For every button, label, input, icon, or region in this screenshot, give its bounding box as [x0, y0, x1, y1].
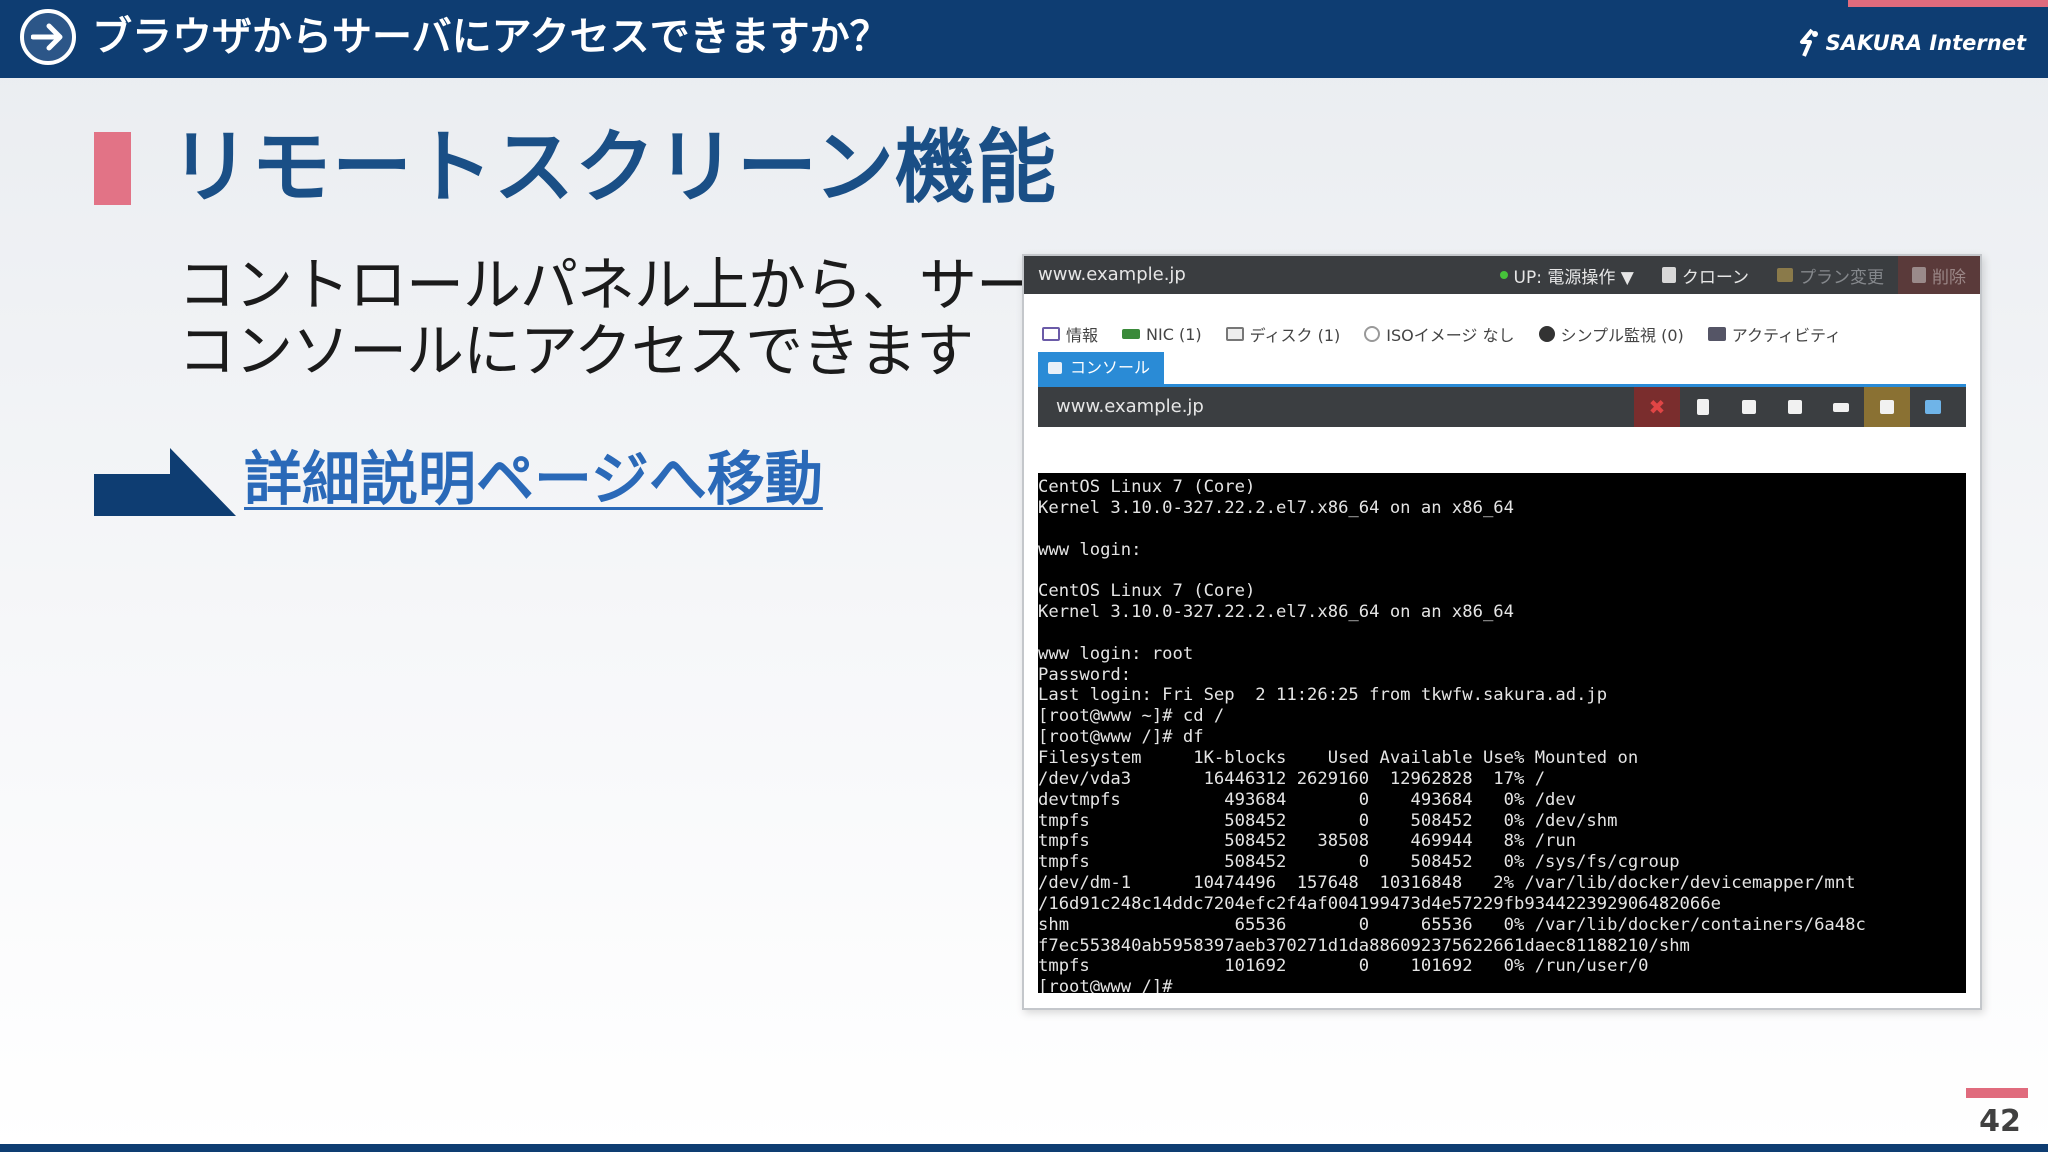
tab-console[interactable]: コンソール [1038, 352, 1164, 384]
plan-change-button[interactable]: プラン変更 [1763, 256, 1898, 294]
tab-nic[interactable]: NIC (1) [1122, 322, 1202, 346]
description-line: コンソールにアクセスできます [178, 317, 974, 385]
sakura-logo-icon [1799, 28, 1818, 57]
terminal-line: www login: [1038, 539, 1142, 560]
tab-label: ディスク (1) [1249, 326, 1341, 345]
clone-label: クローン [1681, 267, 1749, 288]
info-icon [1042, 327, 1060, 341]
terminal-line: /dev/vda3 16446312 2629160 12962828 17% … [1038, 768, 1546, 789]
terminal-line: tmpfs 101692 0 101692 0% /run/user/0 [1038, 956, 1649, 977]
tab-activity[interactable]: アクティビティ [1707, 322, 1842, 346]
tab-label: ISOイメージ なし [1386, 326, 1515, 345]
close-console-button[interactable]: ✖ [1634, 387, 1680, 427]
screenshot-button[interactable] [1864, 387, 1910, 427]
terminal-line: f7ec553840ab5958397aeb370271d1da88609237… [1038, 935, 1690, 956]
terminal-line: Last login: Fri Sep 2 11:26:25 from tkwf… [1038, 685, 1608, 706]
tab-label: NIC (1) [1146, 324, 1202, 344]
delete-button[interactable]: 削除 [1898, 256, 1980, 294]
terminal-line: /dev/dm-1 10474496 157648 10316848 2% /v… [1038, 873, 1856, 894]
power-menu-button[interactable]: UP: 電源操作 ▼ [1486, 256, 1648, 294]
sakura-logo: SAKURA Internet [1798, 26, 2026, 60]
trash-icon [1912, 267, 1926, 283]
iso-disc-icon [1364, 326, 1381, 342]
title-marker [94, 132, 131, 205]
tab-console-label: コンソール [1070, 358, 1151, 377]
server-host: www.example.jp [1038, 264, 1186, 285]
new-window-icon [1925, 400, 1941, 414]
logo-text: SAKURA Internet [1825, 31, 2026, 55]
footer-bar [0, 1144, 2048, 1152]
nic-icon [1122, 329, 1141, 339]
tab-info[interactable]: 情報 [1042, 322, 1098, 346]
clone-button[interactable]: クローン [1648, 256, 1763, 294]
terminal-line: [root@www /]# _ [1038, 977, 1194, 993]
console-toolbar: www.example.jp ✖ [1038, 387, 1966, 427]
plan-change-icon [1777, 268, 1793, 282]
tab-monitoring[interactable]: シンプル監視 (0) [1538, 322, 1684, 346]
tab-label: アクティビティ [1731, 326, 1842, 345]
terminal-line: Filesystem 1K-blocks Used Available Use%… [1038, 747, 1639, 768]
clone-icon [1661, 267, 1676, 283]
terminal-line: [root@www /]# df [1038, 727, 1204, 748]
terminal-line: www login: root [1038, 643, 1194, 664]
terminal-line: CentOS Linux 7 (Core) [1038, 477, 1256, 497]
server-actions: UP: 電源操作 ▼ クローン プラン変更 削除 [1486, 256, 1980, 294]
console-icon [1048, 362, 1062, 374]
disk-icon [1225, 327, 1244, 341]
delete-label: 削除 [1932, 267, 1966, 288]
header-bar: ブラウザからサーバにアクセスできますか？ SAKURA Internet [0, 0, 2048, 78]
terminal-line: [root@www ~]# cd / [1038, 706, 1225, 727]
tab-label: 情報 [1066, 326, 1099, 345]
activity-monitor-icon [1707, 327, 1726, 341]
console-tools: ✖ [1634, 387, 1956, 427]
monitor-gauge-icon [1538, 326, 1555, 342]
page-number-marker [1966, 1088, 2028, 1098]
tab-iso[interactable]: ISOイメージ なし [1364, 322, 1515, 346]
plan-change-label: プラン変更 [1799, 267, 1884, 288]
keyboard-button[interactable] [1818, 387, 1864, 427]
close-icon: ✖ [1648, 395, 1666, 419]
camera-icon [1880, 400, 1894, 414]
terminal-line: shm 65536 0 65536 0% /var/lib/docker/con… [1038, 914, 1866, 935]
terminal-line: tmpfs 508452 0 508452 0% /dev/shm [1038, 810, 1618, 831]
detail-page-link[interactable]: 詳細説明ページへ移動 [244, 444, 823, 514]
keyboard-icon [1833, 402, 1849, 412]
tab-label: シンプル監視 (0) [1560, 326, 1684, 345]
server-toolbar: www.example.jp UP: 電源操作 ▼ クローン プラン変更 削除 [1024, 256, 1980, 294]
console-terminal[interactable]: CentOS Linux 7 (Core) Kernel 3.10.0-327.… [1038, 473, 1966, 993]
header-title: ブラウザからサーバにアクセスできますか？ [92, 14, 890, 60]
top-accent-bar [1848, 0, 2048, 7]
clipboard-icon [1697, 399, 1709, 415]
terminal-line: tmpfs 508452 38508 469944 8% /run [1038, 831, 1577, 852]
console-host: www.example.jp [1056, 396, 1204, 417]
new-window-button[interactable] [1910, 387, 1956, 427]
page-number: 42 [1979, 1104, 2021, 1139]
fullscreen-icon [1742, 400, 1756, 414]
control-panel-screenshot: www.example.jp UP: 電源操作 ▼ クローン プラン変更 削除 … [1022, 254, 1982, 1010]
terminal-line: devtmpfs 493684 0 493684 0% /dev [1038, 789, 1577, 810]
fullscreen-button[interactable] [1726, 387, 1772, 427]
power-menu-label: UP: 電源操作 ▼ [1513, 267, 1634, 288]
arrow-right-circle-icon [20, 9, 76, 65]
status-dot-icon [1499, 271, 1508, 279]
paste-button[interactable] [1680, 387, 1726, 427]
terminal-line: CentOS Linux 7 (Core) [1038, 581, 1256, 602]
description-line: コントロールパネル上から、サーバの [178, 251, 1147, 319]
tab-disk[interactable]: ディスク (1) [1225, 322, 1341, 346]
description: コントロールパネル上から、サーバの コンソールにアクセスできます [178, 251, 1147, 385]
server-tabs: 情報 NIC (1) ディスク (1) ISOイメージ なし シンプル監視 (0… [1042, 322, 1841, 346]
terminal-line: Kernel 3.10.0-327.22.2.el7.x86_64 on an … [1038, 497, 1514, 518]
section-title: リモートスクリーン機能 [170, 121, 1057, 214]
terminal-line: Password: [1038, 664, 1132, 685]
arrow-right-icon [94, 448, 236, 516]
window-button[interactable] [1772, 387, 1818, 427]
terminal-line: tmpfs 508452 0 508452 0% /sys/fs/cgroup [1038, 852, 1680, 873]
terminal-line: Kernel 3.10.0-327.22.2.el7.x86_64 on an … [1038, 602, 1514, 623]
terminal-line: /16d91c248c14ddc7204efc2f4af004199473d4e… [1038, 893, 1721, 914]
window-icon [1788, 400, 1802, 414]
